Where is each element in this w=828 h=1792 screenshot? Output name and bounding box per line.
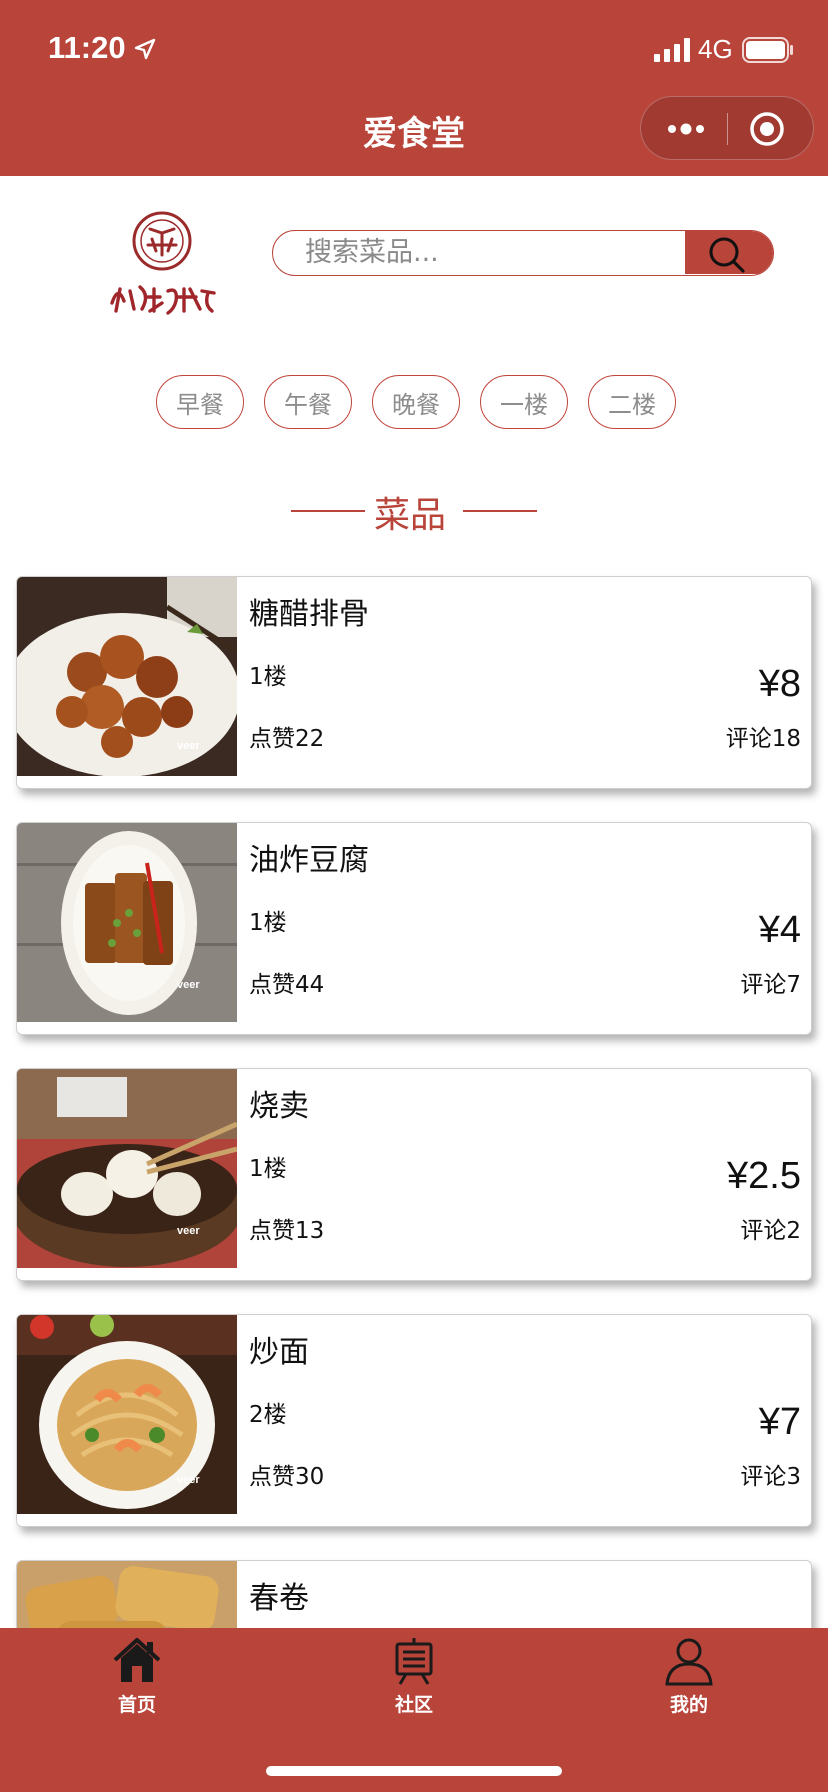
tab-community[interactable]: 社区 [354, 1628, 474, 1728]
filter-tag-floor-1[interactable]: 一楼 [480, 375, 568, 429]
status-time: 11:20 [48, 30, 126, 65]
dish-comments: 评论3 [740, 1464, 801, 1490]
dish-name: 烧卖 [249, 1089, 309, 1124]
location-arrow-icon [134, 38, 156, 60]
battery-icon [742, 37, 793, 63]
svg-text:veer: veer [177, 979, 200, 991]
dish-price: ¥2.5 [727, 1155, 801, 1197]
dish-likes: 点赞13 [249, 1218, 325, 1244]
user-icon [665, 1638, 713, 1686]
dish-name: 糖醋排骨 [249, 597, 369, 632]
dish-image: veer [17, 1069, 237, 1268]
dish-floor: 1楼 [249, 1156, 287, 1182]
svg-text:veer: veer [177, 1225, 200, 1237]
dish-comments: 评论7 [740, 972, 801, 998]
tab-home[interactable]: 首页 [77, 1628, 197, 1728]
dish-floor: 1楼 [249, 664, 287, 690]
dish-price: ¥7 [758, 1401, 801, 1443]
home-icon [113, 1638, 161, 1682]
dish-floor: 1楼 [249, 910, 287, 936]
top-bar: 11:20 4G 爱食堂 [0, 0, 828, 176]
capsule-divider [727, 113, 728, 145]
dish-card[interactable]: veer 糖醋排骨 1楼 点赞22 ¥8 评论18 [16, 576, 812, 789]
search-icon [709, 237, 745, 273]
search-input[interactable] [273, 231, 685, 274]
network-type: 4G [698, 34, 733, 64]
tab-mine-label: 我的 [669, 1694, 708, 1716]
section-heading: 菜品 [0, 484, 828, 536]
tab-mine[interactable]: 我的 [629, 1628, 749, 1728]
filter-tag-dinner[interactable]: 晚餐 [372, 375, 460, 429]
mini-program-capsule [640, 96, 814, 160]
search-button[interactable] [685, 231, 773, 274]
svg-text:veer: veer [177, 1474, 200, 1486]
dish-card[interactable]: veer 烧卖 1楼 点赞13 ¥2.5 评论2 [16, 1068, 812, 1281]
filter-tag-lunch[interactable]: 午餐 [264, 375, 352, 429]
signal-icon [654, 38, 690, 62]
dish-image: veer [17, 1315, 237, 1514]
dish-name: 春卷 [249, 1581, 309, 1616]
dish-name: 炒面 [249, 1335, 309, 1370]
section-title: 菜品 [374, 495, 447, 536]
dish-likes: 点赞22 [249, 726, 325, 752]
dish-image: veer [17, 577, 237, 776]
dish-card[interactable]: veer 炒面 2楼 点赞30 ¥7 评论3 [16, 1314, 812, 1527]
filter-tag-floor-2[interactable]: 二楼 [588, 375, 676, 429]
home-indicator[interactable] [266, 1766, 562, 1776]
filter-tag-breakfast[interactable]: 早餐 [156, 375, 244, 429]
svg-text:veer: veer [177, 740, 200, 752]
tab-community-label: 社区 [394, 1694, 433, 1716]
dish-price: ¥4 [758, 909, 801, 951]
dish-comments: 评论2 [740, 1218, 801, 1244]
section-line-left [291, 510, 365, 512]
dish-image: veer [17, 823, 237, 1022]
dish-price: ¥8 [758, 663, 801, 705]
filter-tags: 早餐 午餐 晚餐 一楼 二楼 [156, 375, 676, 429]
community-board-icon [395, 1638, 433, 1685]
dish-card[interactable]: veer 油炸豆腐 1楼 点赞44 ¥4 评论7 [16, 822, 812, 1035]
dish-comments: 评论18 [725, 726, 801, 752]
dish-floor: 2楼 [249, 1402, 287, 1428]
university-logo [110, 211, 216, 315]
search-bar [272, 230, 774, 276]
section-line-right [463, 510, 537, 512]
dish-likes: 点赞44 [249, 972, 325, 998]
dish-name: 油炸豆腐 [249, 843, 369, 878]
tab-home-label: 首页 [117, 1694, 156, 1716]
close-target-icon[interactable] [749, 111, 785, 147]
dish-likes: 点赞30 [249, 1464, 325, 1490]
more-icon[interactable] [663, 115, 709, 143]
